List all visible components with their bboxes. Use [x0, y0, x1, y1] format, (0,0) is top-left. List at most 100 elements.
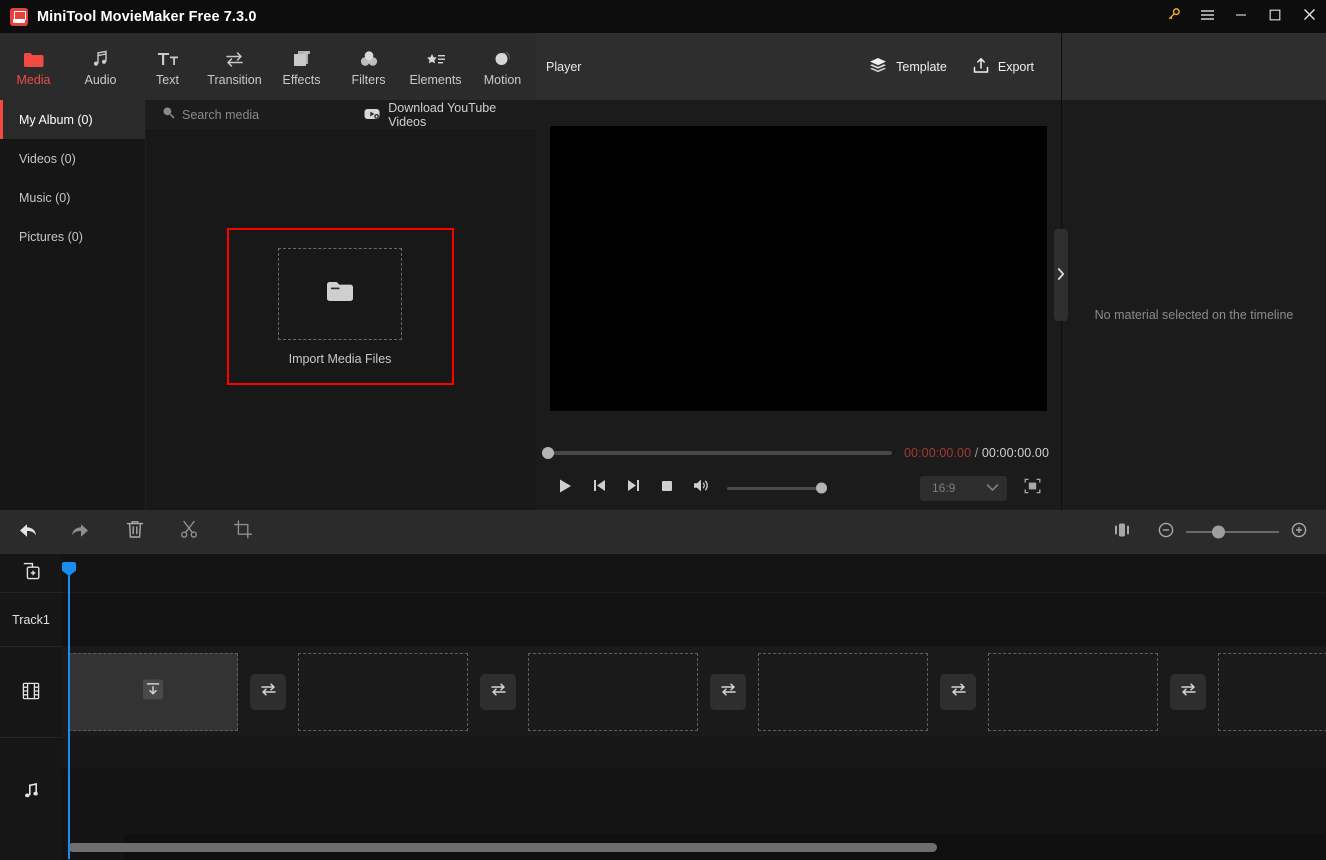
crop-button[interactable] — [216, 510, 270, 554]
close-icon — [1303, 8, 1316, 26]
hamburger-menu-icon — [1200, 8, 1215, 26]
album-label: Videos (0) — [19, 151, 76, 166]
fullscreen-button[interactable] — [1015, 471, 1049, 505]
close-button[interactable] — [1292, 0, 1326, 33]
album-item-pictures[interactable]: Pictures (0) — [0, 217, 145, 256]
fit-width-icon — [1113, 522, 1131, 543]
media-search-bar: Search media Download YouTube Videos — [146, 100, 536, 131]
ribbon-tab-transition[interactable]: Transition — [201, 33, 268, 100]
previous-frame-button[interactable] — [582, 471, 616, 505]
video-preview-area[interactable] — [536, 100, 1061, 436]
volume-slider[interactable] — [727, 482, 827, 494]
split-button[interactable] — [162, 510, 216, 554]
video-track-header[interactable] — [0, 646, 62, 737]
timeline-clip-5[interactable] — [988, 653, 1158, 731]
timeline-horizontal-scrollbar[interactable] — [68, 843, 937, 852]
redo-button[interactable] — [54, 510, 108, 554]
add-track-button[interactable] — [0, 554, 62, 592]
timeline-zoom-slider[interactable] — [1186, 525, 1279, 539]
timeline-clip-1[interactable] — [68, 653, 238, 731]
fit-timeline-button[interactable] — [1109, 519, 1135, 545]
current-time: 00:00:00.00 — [903, 445, 972, 460]
timeline-clip-4[interactable] — [758, 653, 928, 731]
seek-slider[interactable] — [542, 446, 892, 459]
seek-handle[interactable] — [542, 446, 554, 459]
layers-square-icon — [292, 46, 312, 68]
ribbon-label-motion: Motion — [483, 73, 522, 87]
stop-button[interactable] — [650, 471, 684, 505]
import-media-files-button[interactable]: Import Media Files — [226, 228, 454, 385]
property-panel-header — [1062, 33, 1326, 100]
video-canvas[interactable] — [550, 125, 1047, 411]
ribbon-tab-effects[interactable]: Effects — [268, 33, 335, 100]
timeline-clip-6[interactable] — [1218, 653, 1326, 731]
track-name-label: Track1 — [0, 592, 62, 646]
trash-icon — [126, 520, 144, 544]
property-panel: No material selected on the timeline — [1054, 33, 1326, 510]
media-content: Search media Download YouTube Videos Imp… — [146, 100, 536, 510]
import-drop-zone[interactable] — [278, 247, 402, 340]
transition-slot-5[interactable] — [1170, 674, 1206, 710]
audio-track-header[interactable] — [0, 737, 62, 845]
audio-track-row[interactable] — [62, 737, 1326, 845]
next-frame-button[interactable] — [616, 471, 650, 505]
template-label: Template — [896, 59, 947, 74]
layers-stack-icon — [869, 57, 887, 76]
motion-sphere-icon — [493, 46, 513, 68]
transition-slot-1[interactable] — [250, 674, 286, 710]
undo-button[interactable] — [0, 510, 54, 554]
video-track-row[interactable] — [62, 646, 1326, 737]
add-track-icon — [21, 561, 41, 586]
transition-slot-4[interactable] — [940, 674, 976, 710]
ribbon-tab-text[interactable]: Text — [134, 33, 201, 100]
transition-slot-2[interactable] — [480, 674, 516, 710]
timeline-panel: Track1 — [0, 554, 1326, 860]
ribbon-tab-filters[interactable]: Filters — [335, 33, 402, 100]
skip-previous-icon — [592, 478, 607, 498]
scissors-icon — [180, 520, 198, 544]
timeline-tracks-area[interactable] — [62, 554, 1326, 860]
play-button[interactable] — [548, 471, 582, 505]
download-youtube-videos-button[interactable]: Download YouTube Videos — [364, 101, 536, 129]
ribbon-label-audio: Audio — [84, 73, 117, 87]
maximize-button[interactable] — [1258, 0, 1292, 33]
timeline-playhead[interactable] — [62, 562, 76, 859]
template-button[interactable]: Template — [869, 57, 947, 76]
volume-handle[interactable] — [816, 482, 827, 494]
export-button[interactable]: Export — [973, 57, 1034, 77]
ribbon-label-transition: Transition — [207, 73, 262, 87]
timeline-clip-3[interactable] — [528, 653, 698, 731]
minimize-button[interactable] — [1224, 0, 1258, 33]
player-title: Player — [546, 59, 582, 74]
timeline-zoom-handle[interactable] — [1212, 525, 1225, 539]
timeline-ruler[interactable] — [62, 554, 1326, 592]
import-area: Import Media Files — [146, 131, 536, 510]
text-tt-icon — [157, 46, 179, 68]
search-placeholder: Search media — [182, 108, 260, 122]
volume-button[interactable] — [684, 471, 718, 505]
star-list-icon — [425, 46, 447, 68]
aspect-ratio-select[interactable]: 16:9 — [920, 475, 1007, 501]
filter-circles-icon — [359, 46, 379, 68]
album-item-music[interactable]: Music (0) — [0, 178, 145, 217]
search-input[interactable]: Search media — [146, 106, 344, 124]
zoom-in-button[interactable] — [1286, 519, 1312, 545]
ribbon-tab-media[interactable]: Media — [0, 33, 67, 100]
album-item-my-album[interactable]: My Album (0) — [0, 100, 145, 139]
ribbon-tab-elements[interactable]: Elements — [402, 33, 469, 100]
delete-button[interactable] — [108, 510, 162, 554]
ribbon-tab-audio[interactable]: Audio — [67, 33, 134, 100]
zoom-out-button[interactable] — [1153, 519, 1179, 545]
album-label: Music (0) — [19, 190, 71, 205]
export-label: Export — [997, 59, 1034, 74]
transition-arrows-icon — [950, 682, 967, 702]
import-media-files-label: Import Media Files — [288, 351, 392, 366]
activate-key-button[interactable] — [1156, 0, 1190, 33]
timeline-clip-2[interactable] — [298, 653, 468, 731]
album-item-videos[interactable]: Videos (0) — [0, 139, 145, 178]
ribbon-tab-motion[interactable]: Motion — [469, 33, 536, 100]
transition-slot-3[interactable] — [710, 674, 746, 710]
download-placeholder-icon — [142, 679, 164, 706]
transition-arrows-icon — [224, 46, 245, 68]
menu-button[interactable] — [1190, 0, 1224, 33]
